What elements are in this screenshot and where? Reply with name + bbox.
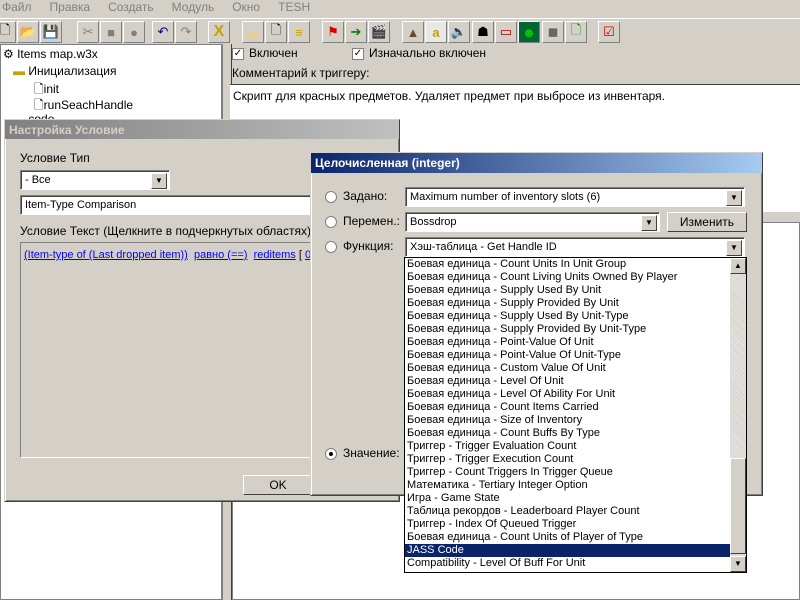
value-radio[interactable]: Значение: [325,446,400,460]
menu-window[interactable]: Окно [230,0,262,16]
sound-editor-icon[interactable]: 🔈 [448,21,470,43]
function-list-item[interactable]: Compatibility - Level Of Buff For Unit [405,557,731,570]
undo-icon[interactable]: ↶ [152,21,174,43]
function-list-item[interactable]: Боевая единица - Size of Inventory [405,414,731,427]
scroll-thumb[interactable] [730,458,746,554]
scroll-up-icon[interactable]: ▲ [730,258,746,274]
function-list-item[interactable]: Боевая единица - Point-Value Of Unit-Typ… [405,349,731,362]
folder-icon: ▬ [13,64,29,78]
scrollbar[interactable]: ▲ ▼ [730,258,746,572]
radio-icon [325,240,337,253]
preset-select[interactable]: Maximum number of inventory slots (6) ▼ [405,187,745,207]
function-radio[interactable]: Функция: [325,239,393,253]
clapper-icon[interactable]: 🎬 [368,21,390,43]
delete-icon[interactable]: X [208,21,230,43]
function-list-item[interactable]: Боевая единица - Count Living Units Owne… [405,271,731,284]
object-manager-icon[interactable]: 🗋 [565,21,587,43]
open-icon[interactable]: 📂 [17,21,39,43]
item-type-link[interactable]: (Item-type of (Last dropped item)) [24,249,188,261]
enabled-checkbox[interactable]: ✓ Включен [232,46,298,60]
initially-enabled-checkbox[interactable]: ✓ Изначально включен [352,46,486,60]
new-trigger-icon[interactable]: 🗋 [265,21,287,43]
menu-module[interactable]: Модуль [170,0,217,16]
export-icon[interactable]: ➔ [345,21,367,43]
radio-selected-icon [325,447,337,460]
function-list-item[interactable]: Боевая единица - Supply Provided By Unit… [405,323,731,336]
variable-radio[interactable]: Перемен.: [325,214,400,228]
import-manager-icon[interactable]: ◼ [542,21,564,43]
trigger-editor-icon[interactable]: a [425,21,447,43]
variable-select[interactable]: Bossdrop ▼ [405,212,660,232]
function-list-item[interactable]: Боевая единица - Count Items Carried [405,401,731,414]
menu-bar: Файл Правка Создать Модуль Окно TESH [0,0,800,16]
menu-tesh[interactable]: TESH [276,0,312,16]
ai-editor-icon[interactable]: ☻ [518,21,540,43]
tree-folder-init[interactable]: ▬ Инициализация [13,64,117,78]
function-list-item[interactable]: Боевая единица - Level Of Unit [405,375,731,388]
ok-button[interactable]: OK [243,475,313,495]
scroll-down-icon[interactable]: ▼ [730,556,746,572]
operator-link[interactable]: равно (==) [194,249,248,261]
function-list-item[interactable]: Триггер - Trigger Evaluation Count [405,440,731,453]
function-list-item[interactable]: Триггер - Count Triggers In Trigger Queu… [405,466,731,479]
function-list-item[interactable]: Игра - Game State [405,492,731,505]
paste-icon[interactable]: ● [123,21,145,43]
object-editor-icon[interactable]: ☗ [472,21,494,43]
function-list-item[interactable]: Триггер - Index Of Queued Trigger [405,518,731,531]
checklist-icon[interactable]: ☑ [598,21,620,43]
function-list-item[interactable]: JASS Code [405,544,731,557]
function-list-item[interactable]: Боевая единица - Count Units of Player o… [405,531,731,544]
function-list-item[interactable]: Боевая единица - Level Of Ability For Un… [405,388,731,401]
test-map-icon[interactable]: ⚑ [322,21,344,43]
terrain-editor-icon[interactable]: ▲ [402,21,424,43]
trigger-icon: 🗋 [34,98,44,112]
function-list-item[interactable]: Триггер - Trigger Execution Count [405,453,731,466]
chevron-down-icon[interactable]: ▼ [641,215,657,231]
function-list-item[interactable]: Боевая единица - Custom Value Of Unit [405,362,731,375]
save-icon[interactable]: 💾 [40,21,62,43]
redo-icon[interactable]: ↷ [175,21,197,43]
chevron-down-icon[interactable]: ▼ [726,190,742,206]
radio-icon [325,190,337,203]
comment-label: Комментарий к триггеру: [232,66,370,80]
copy-icon[interactable]: ■ [100,21,122,43]
new-icon[interactable]: 🗋 [0,21,16,43]
condition-text-label: Условие Текст (Щелкните в подчеркнутых о… [20,224,311,238]
new-comment-icon[interactable]: ≡ [288,21,310,43]
checkbox-checked-icon: ✓ [232,47,244,60]
function-list-item[interactable]: Математика - Tertiary Integer Option [405,479,731,492]
edit-variable-button[interactable]: Изменить [667,212,747,232]
toolbar: 🗋 📂 💾 ✂ ■ ● ↶ ↷ X ▬ 🗋 ≡ ⚑ ➔ 🎬 ▲ a 🔈 ☗ ▭ … [0,18,800,44]
menu-create[interactable]: Создать [106,0,156,16]
menu-file[interactable]: Файл [0,0,34,16]
radio-icon [325,215,337,228]
checkbox-checked-icon: ✓ [352,47,364,60]
function-list-item[interactable]: Боевая единица - Supply Used By Unit [405,284,731,297]
integer-dialog-title: Целочисленная (integer) [311,153,762,173]
condition-type-select[interactable]: - Все ▼ [20,170,170,190]
function-list-item[interactable]: Таблица рекордов - Leaderboard Player Co… [405,505,731,518]
function-list-item[interactable]: Боевая единица - Count Buffs By Type [405,427,731,440]
chevron-down-icon[interactable]: ▼ [151,173,167,189]
function-select[interactable]: Хэш-таблица - Get Handle ID ▼ [405,237,745,257]
condition-dialog-title: Настройка Условие [5,120,399,139]
trigger-icon: 🗋 [34,82,44,96]
cut-icon[interactable]: ✂ [77,21,99,43]
new-category-icon[interactable]: ▬ [242,21,264,43]
variable-link[interactable]: reditems [254,249,296,261]
function-list-item[interactable]: Боевая единица - Supply Used By Unit-Typ… [405,310,731,323]
map-icon: ⚙ [3,47,18,61]
tree-root[interactable]: ⚙ Items map.w3x [3,47,98,61]
preset-radio[interactable]: Задано: [325,189,387,203]
chevron-down-icon[interactable]: ▼ [726,240,742,256]
function-list-item[interactable]: Боевая единица - Point-Value Of Unit [405,336,731,349]
condition-type-label: Условие Тип [20,151,90,165]
menu-edit[interactable]: Правка [48,0,93,16]
function-list-item[interactable]: Боевая единица - Count Units In Unit Gro… [405,258,731,271]
campaign-editor-icon[interactable]: ▭ [495,21,517,43]
function-dropdown-list[interactable]: Боевая единица - Count Units In Unit Gro… [404,257,747,573]
function-list-item[interactable]: Боевая единица - Supply Provided By Unit [405,297,731,310]
